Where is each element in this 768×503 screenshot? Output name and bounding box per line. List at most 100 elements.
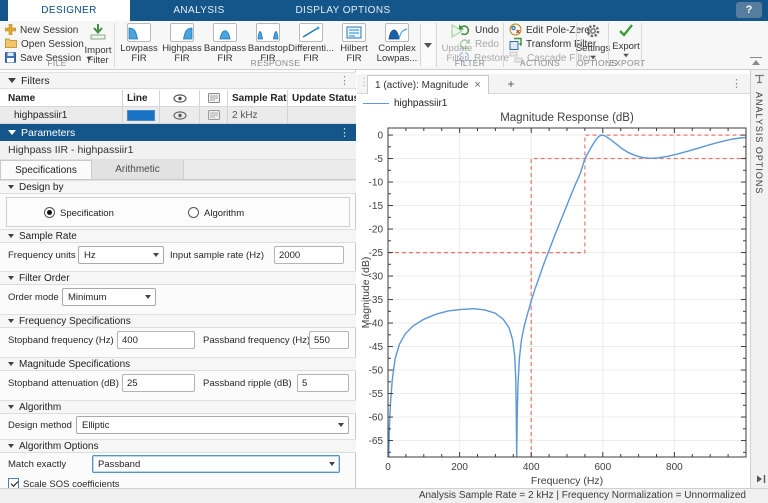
plot-tabstrip: 1 (active): Magnitude × +: [357, 74, 750, 94]
visibility-eye-icon: [160, 90, 200, 106]
new-session-icon: [4, 23, 17, 38]
legend-line: [363, 103, 389, 104]
filter-table-row[interactable]: highpassiir1 2 kHz: [0, 107, 356, 124]
filter-line-swatch[interactable]: [127, 109, 155, 121]
design-method-dropdown[interactable]: Elliptic: [76, 416, 349, 434]
filter-visibility-toggle[interactable]: [160, 107, 200, 123]
y-tick-label: -50: [369, 366, 384, 377]
y-tick-label: -45: [369, 342, 384, 353]
y-tick-label: 0: [377, 131, 383, 142]
order-mode-value: Minimum: [68, 291, 107, 303]
dropdown-caret-icon: [153, 253, 159, 257]
collapse-toolstrip-icon[interactable]: [750, 57, 762, 66]
redo-button[interactable]: Redo: [458, 38, 499, 51]
stopband-attenuation-field[interactable]: [122, 374, 195, 392]
tab-analysis[interactable]: ANALYSIS: [130, 0, 268, 21]
filters-panel-header[interactable]: Filters: [0, 72, 356, 89]
passband-ripple-field[interactable]: [297, 374, 349, 392]
y-tick-label: -65: [369, 436, 384, 447]
radio-algorithm-label: Algorithm: [204, 208, 245, 219]
passband-frequency-label: Passband frequency (Hz): [203, 335, 311, 346]
order-mode-label: Order mode: [8, 292, 59, 303]
app-tab-bar: DESIGNER ANALYSIS DISPLAY OPTIONS ?: [0, 0, 768, 21]
filter-line-cell[interactable]: [123, 107, 160, 123]
tab-display-options[interactable]: DISPLAY OPTIONS: [268, 0, 418, 21]
import-filter-icon: [88, 23, 108, 44]
tab-arithmetic[interactable]: Arithmetic: [92, 160, 184, 179]
match-exactly-label: Match exactly: [8, 459, 67, 470]
plot-tab-magnitude[interactable]: 1 (active): Magnitude ×: [367, 75, 489, 94]
parameters-tabstrip: Specifications Arithmetic: [0, 160, 356, 180]
collapse-caret-icon: [8, 185, 14, 189]
gallery-caret-icon: [423, 42, 432, 48]
plot-legend: highpassiir1: [363, 98, 447, 109]
y-tick-label: -55: [369, 389, 384, 400]
chart-title: Magnitude Response (dB): [500, 112, 634, 124]
dropdown-caret-icon: [145, 295, 151, 299]
section-sample-rate[interactable]: Sample Rate: [0, 229, 356, 243]
parameters-subtitle: Highpass IIR - highpassiir1: [0, 141, 356, 160]
analysis-options-tab[interactable]: ANALYSIS OPTIONS: [754, 92, 764, 194]
section-algorithm[interactable]: Algorithm: [0, 400, 356, 414]
export-caret-icon: [623, 53, 629, 58]
radio-specification[interactable]: [44, 207, 55, 218]
left-panel: Filters Name Line Sample Rate Update Sta…: [0, 70, 356, 503]
passband-frequency-field[interactable]: [309, 331, 349, 349]
new-session-button[interactable]: New Session: [4, 23, 78, 38]
radio-specification-label: Specification: [60, 208, 114, 219]
col-sample-rate: Sample Rate: [228, 90, 288, 106]
complex-lowpass-icon: [385, 23, 409, 42]
filter-annotation-toggle[interactable]: [200, 107, 228, 123]
stopband-attenuation-label: Stopband attenuation (dB): [8, 378, 119, 389]
collapse-caret-icon: [8, 130, 16, 135]
design-method-value: Elliptic: [82, 419, 110, 431]
status-text: Analysis Sample Rate = 2 kHz | Frequency…: [418, 490, 746, 501]
tab-designer[interactable]: DESIGNER: [8, 0, 130, 21]
section-title: Filter Order: [19, 272, 70, 284]
export-section-label: EXPORT: [609, 58, 646, 68]
hilbert-fir-icon: [342, 23, 366, 42]
x-tick-label: 0: [385, 462, 391, 473]
section-filter-order[interactable]: Filter Order: [0, 271, 356, 285]
bandpass-fir-icon: [213, 23, 237, 42]
status-bar: Analysis Sample Rate = 2 kHz | Frequency…: [0, 488, 768, 503]
frequency-units-dropdown[interactable]: Hz: [78, 246, 164, 264]
order-mode-dropdown[interactable]: Minimum: [62, 288, 156, 306]
col-line: Line: [123, 90, 160, 106]
parameters-kebab-menu-icon[interactable]: [339, 126, 350, 139]
section-algorithm-options[interactable]: Algorithm Options: [0, 439, 356, 453]
filter-designer-app: DESIGNER ANALYSIS DISPLAY OPTIONS ? New …: [0, 0, 768, 503]
section-design-by[interactable]: Design by: [0, 180, 356, 194]
magnitude-chart[interactable]: 0 200 400 600 8000-5-10-15-20-25-30-35-40-45…: [357, 110, 750, 488]
section-magnitude-specifications[interactable]: Magnitude Specifications: [0, 357, 356, 371]
collapse-caret-icon: [8, 362, 14, 366]
y-tick-label: -60: [369, 413, 384, 424]
add-tab-button[interactable]: +: [503, 76, 519, 92]
undo-button[interactable]: Undo: [458, 24, 499, 37]
redo-label: Redo: [475, 39, 499, 50]
section-title: Algorithm Options: [19, 440, 99, 452]
close-tab-icon[interactable]: ×: [474, 79, 480, 91]
parameters-panel-header[interactable]: Parameters: [0, 124, 356, 141]
y-axis-label: Magnitude (dB): [360, 257, 372, 329]
plot-kebab-menu-icon[interactable]: [731, 77, 742, 90]
tab-specifications[interactable]: Specifications: [0, 160, 92, 179]
stopband-frequency-field[interactable]: [117, 331, 195, 349]
export-check-icon: [618, 23, 634, 40]
input-sample-rate-field[interactable]: [274, 246, 344, 264]
filter-update-status-cell: [288, 107, 356, 123]
help-button[interactable]: ?: [736, 2, 762, 18]
undo-label: Undo: [475, 25, 499, 36]
settings-gear-icon: [585, 23, 601, 42]
filters-kebab-menu-icon[interactable]: [339, 74, 350, 87]
match-exactly-dropdown[interactable]: Passband: [92, 455, 340, 473]
pin-panel-icon[interactable]: [754, 74, 765, 84]
dock-panel-icon[interactable]: [754, 474, 766, 484]
filters-table: Name Line Sample Rate Update Status high…: [0, 90, 356, 124]
y-tick-label: -10: [369, 178, 384, 189]
radio-algorithm[interactable]: [188, 207, 199, 218]
section-frequency-specifications[interactable]: Frequency Specifications: [0, 314, 356, 328]
open-session-button[interactable]: Open Session: [5, 38, 84, 51]
analysis-options-strip: ANALYSIS OPTIONS: [750, 70, 768, 488]
x-tick-label: 400: [523, 462, 540, 473]
